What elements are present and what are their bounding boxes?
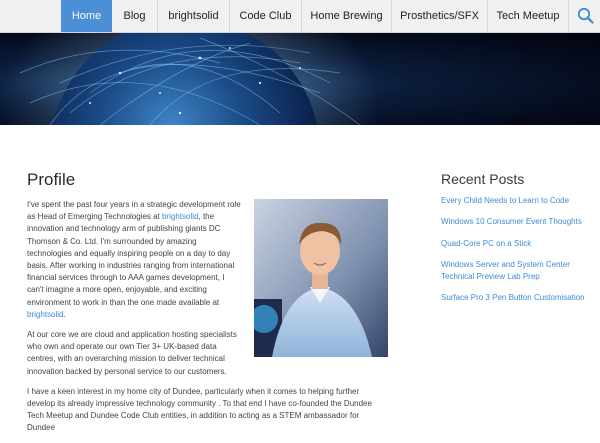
bio-paragraph: At our core we are cloud and application…: [27, 330, 237, 376]
nav-item-code-club[interactable]: Code Club: [230, 0, 302, 32]
recent-post-link[interactable]: Windows 10 Consumer Event Thoughts: [441, 216, 591, 228]
recent-post-link[interactable]: Surface Pro 3 Pen Button Customisation: [441, 292, 591, 304]
recent-post-link[interactable]: Windows Server and System Center Technic…: [441, 259, 591, 283]
profile-portrait-photo: [254, 199, 388, 357]
bio-paragraph: I have a keen interest in my home city o…: [27, 386, 372, 433]
recent-post-link[interactable]: Every Child Needs to Learn to Code: [441, 195, 591, 207]
top-navigation: Home Blog brightsolid Code Club Home Bre…: [0, 0, 600, 33]
bio-paragraph: I've spent the past four years in a stra…: [27, 199, 243, 321]
portrait-illustration: [254, 199, 388, 357]
brightsolid-link[interactable]: brightsolid: [27, 310, 63, 319]
profile-bio: I've spent the past four years in a stra…: [27, 199, 372, 443]
brightsolid-link[interactable]: brightsolid: [162, 212, 198, 221]
nav-item-tech-meetup[interactable]: Tech Meetup: [488, 0, 568, 32]
bio-text: .: [63, 309, 66, 319]
recent-posts-title: Recent Posts: [441, 171, 525, 187]
nav-item-home[interactable]: Home: [61, 0, 112, 32]
search-icon: [577, 7, 594, 24]
recent-posts-list: Every Child Needs to Learn to Code Windo…: [441, 195, 591, 313]
search-button[interactable]: [568, 0, 600, 32]
recent-post-link[interactable]: Quad-Core PC on a Stick: [441, 238, 591, 250]
nav-item-blog[interactable]: Blog: [112, 0, 158, 32]
bio-text: , the innovation and technology arm of p…: [27, 212, 235, 307]
nav-item-prosthetics-sfx[interactable]: Prosthetics/SFX: [392, 0, 488, 32]
nav-item-home-brewing[interactable]: Home Brewing: [302, 0, 392, 32]
hero-banner: [0, 33, 600, 125]
nav-item-brightsolid[interactable]: brightsolid: [158, 0, 230, 32]
globe-network-illustration: [0, 33, 380, 125]
page-title: Profile: [27, 170, 76, 189]
